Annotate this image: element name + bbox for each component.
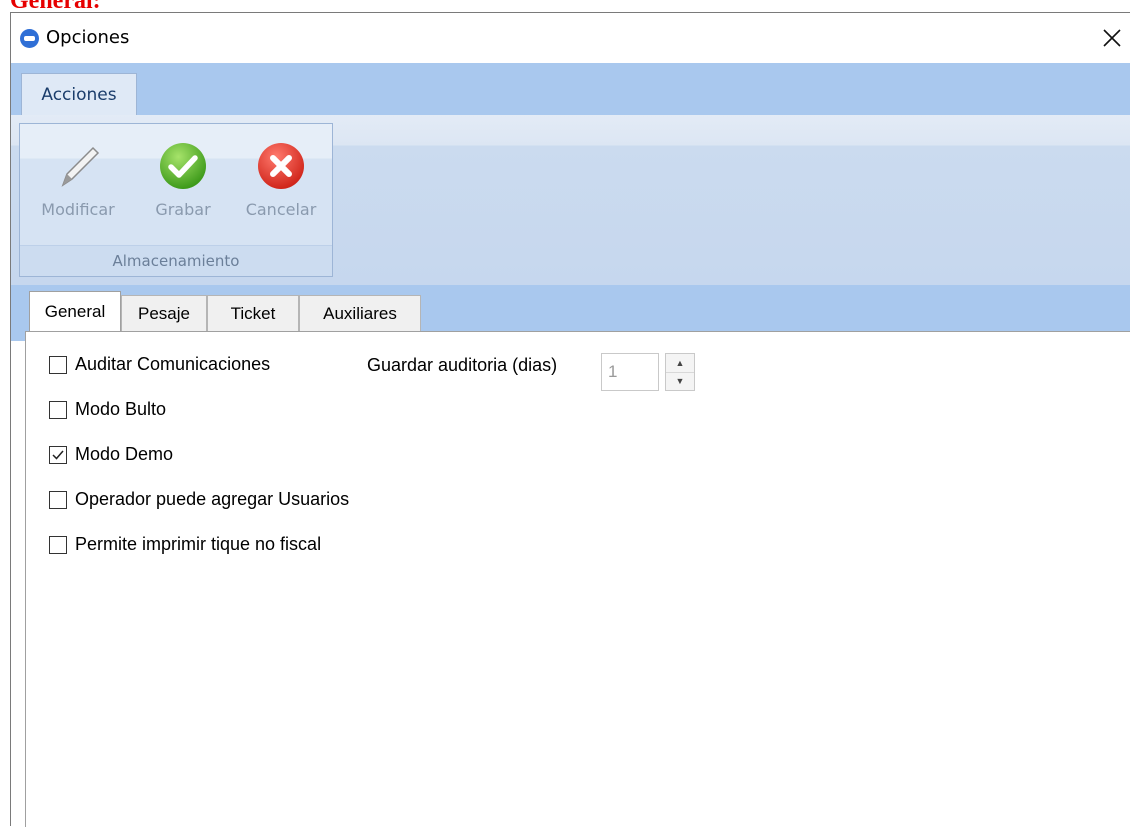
tab-general[interactable]: General (29, 291, 121, 331)
cancel-icon (258, 143, 304, 189)
option-modo-bulto[interactable]: Modo Bulto (49, 399, 166, 420)
window-title: Opciones (46, 27, 130, 48)
grabar-button[interactable]: Grabar (138, 124, 228, 234)
checkbox-checked[interactable] (49, 445, 67, 464)
tab-panel-general (25, 331, 1130, 827)
option-imprimir-tique-no-fiscal[interactable]: Permite imprimir tique no fiscal (49, 534, 321, 555)
checkbox[interactable] (49, 490, 67, 509)
checkbox[interactable] (49, 535, 67, 554)
ribbon-group-almacenamiento: Modificar Grabar Cancelar Almacenamiento (19, 123, 333, 277)
modificar-label: Modificar (41, 200, 115, 219)
audit-days-stepper[interactable]: ▲ ▼ (665, 353, 695, 391)
spin-up-icon[interactable]: ▲ (666, 354, 694, 373)
option-auditar-comunicaciones[interactable]: Auditar Comunicaciones (49, 354, 270, 375)
tab-auxiliares[interactable]: Auxiliares (299, 295, 421, 331)
audit-days-input[interactable]: 1 (601, 353, 659, 391)
audit-days-label: Guardar auditoria (dias) (367, 355, 558, 375)
cancelar-label: Cancelar (245, 200, 317, 219)
app-icon (20, 29, 39, 48)
spin-down-icon[interactable]: ▼ (666, 372, 694, 390)
title-bar: Opciones (11, 13, 1130, 63)
option-label: Permite imprimir tique no fiscal (75, 534, 322, 554)
option-operador-agregar-usuarios[interactable]: Operador puede agregar Usuarios (49, 489, 349, 510)
checkbox[interactable] (49, 400, 67, 419)
option-label: Modo Demo (75, 444, 174, 464)
tab-pesaje[interactable]: Pesaje (121, 295, 207, 331)
option-modo-demo[interactable]: Modo Demo (49, 444, 173, 465)
cancelar-button[interactable]: Cancelar (234, 124, 328, 234)
option-label: Modo Bulto (75, 399, 167, 419)
modificar-button[interactable]: Modificar (26, 124, 130, 234)
check-icon (160, 143, 206, 189)
ribbon-tab-strip (11, 63, 1130, 115)
close-icon (1103, 29, 1121, 47)
close-button[interactable] (1093, 19, 1130, 57)
pencil-icon (61, 146, 100, 187)
tab-ticket[interactable]: Ticket (207, 295, 299, 331)
checkmark-icon (52, 450, 64, 460)
ribbon-tab-acciones[interactable]: Acciones (21, 73, 137, 115)
option-label: Auditar Comunicaciones (75, 354, 271, 374)
option-label: Operador puede agregar Usuarios (75, 489, 350, 509)
checkbox[interactable] (49, 355, 67, 374)
group-label: Almacenamiento (20, 245, 332, 276)
grabar-label: Grabar (155, 200, 211, 219)
options-window: Opciones Acciones Modificar Grabar Cance… (10, 12, 1130, 827)
